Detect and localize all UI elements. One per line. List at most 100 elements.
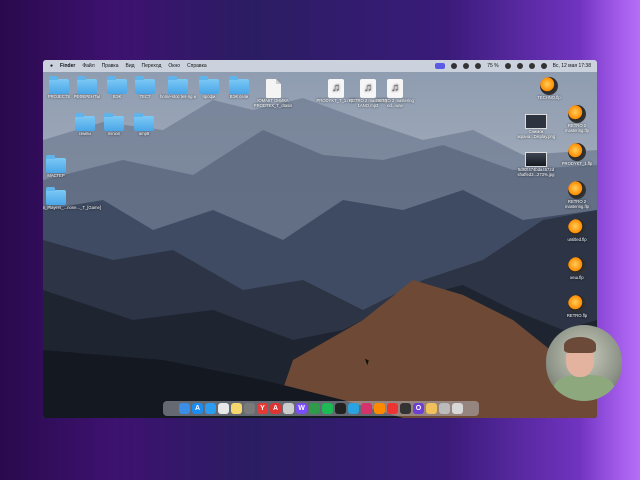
menu-go[interactable]: Переход [142,63,162,69]
desktop-item[interactable]: ♫ RETRO 2 mastering ed...wav [375,79,415,109]
dock-safari-icon[interactable] [205,403,216,414]
dock-app-w-icon[interactable]: W [296,403,307,414]
fl-studio-project-icon [568,219,586,237]
dock-app-store-icon[interactable]: A [192,403,203,414]
webcam-overlay [546,325,622,401]
fl-studio-project-icon [568,257,586,275]
search-icon[interactable] [528,63,535,69]
desktop-item[interactable]: PRODYKT_1.flp [557,143,597,167]
control-center-icon[interactable] [540,63,547,69]
image-file-icon [525,114,547,129]
dock-yandex-icon[interactable]: Y [257,403,268,414]
dock-app-red-icon[interactable] [387,403,398,414]
image-file-icon [525,152,547,167]
menu-file[interactable]: Файл [82,63,94,69]
desktop-item-label: 5d82f474bda4572d shaffed3...273%.jpg [517,167,555,177]
desktop-item[interactable]: RETRO.flp [557,295,597,319]
desktop-item[interactable]: TECHNO.flp [529,77,569,101]
wifi-icon[interactable] [516,63,523,69]
desktop-item-label: untitled.flp [567,237,587,242]
fl-studio-project-icon [568,143,586,161]
dock-fl-studio-icon[interactable] [374,403,385,414]
audio-file-icon: ♫ [360,79,376,98]
desktop-item[interactable]: ЮМАКТ ОНИКА PRODTEX_Т_dtasis [253,79,293,109]
folder-icon [229,76,249,94]
dock-folder-dl-icon[interactable] [426,403,437,414]
desktop-item-label: TECHNO.flp [537,95,561,100]
dock-finder-icon[interactable] [179,403,190,414]
battery-icon[interactable] [504,63,511,69]
desktop-item-label: ЮМАКТ ОНИКА PRODTEX_Т_dtasis [253,98,293,108]
folder-icon [104,113,124,131]
mountain-wallpaper [43,60,597,418]
fl-studio-project-icon [568,295,586,313]
dock-app-dark-icon[interactable] [400,403,411,414]
folder-icon [168,76,188,94]
dock-settings-icon[interactable] [244,403,255,414]
desktop-item[interactable]: RETRO 2 mastering.flp [557,105,597,134]
menu-window[interactable]: Окно [168,63,180,69]
audio-file-icon: ♫ [387,79,403,98]
webcam-person-hair [564,337,596,353]
desktop-item[interactable]: amp8 [124,113,164,137]
desktop-item-label: RETRO 2 mastering.flp [565,199,589,209]
folder-icon [46,155,66,173]
record-icon[interactable] [451,63,458,69]
dock-app-mask-icon[interactable] [283,403,294,414]
folder-icon [46,187,66,205]
desktop-item-label: amp8 [138,131,150,136]
folder-icon [75,113,95,131]
clock[interactable]: Вс, 12 мая 17:38 [553,63,591,69]
desktop-item[interactable]: untitled.flp [557,219,597,243]
dock-app-green-icon[interactable] [309,403,320,414]
dock-instagram-icon[interactable] [361,403,372,414]
desktop-item[interactable]: кеш.flp [557,257,597,281]
webcam-person-body [554,375,614,401]
fl-studio-project-icon [568,105,586,123]
menu-help[interactable]: Справка [187,63,207,69]
dock-trash-icon[interactable] [452,403,463,414]
desktop-item-label: RETRO 2 mastering ed...wav [376,98,414,108]
apple-menu-icon[interactable]: ● [50,63,53,69]
desktop-item[interactable]: edim_Players_...none..._T_[Game] [43,187,101,211]
dock-app-o-icon[interactable]: O [413,403,424,414]
fl-studio-project-icon [568,181,586,199]
desktop-item[interactable]: RETRO 2 mastering.flp [557,181,597,210]
dock-spotify-icon[interactable] [322,403,333,414]
desktop-item-label: RETRO 2 mastering.flp [565,123,589,133]
dock: AYAWO [163,401,479,416]
screen-recording-icon[interactable] [435,63,446,69]
folder-icon [135,76,155,94]
status-tray: 75 % Вс, 12 мая 17:38 [435,60,591,72]
menu-edit[interactable]: Правка [102,63,119,69]
music-icon[interactable] [475,63,482,69]
dock-app-tray-icon[interactable] [439,403,450,414]
document-icon [265,79,281,98]
desktop-item[interactable]: 5d82f474bda4572d shaffed3...273%.jpg [516,152,556,178]
desktop-item-label: edim_Players_...none..._T_[Game] [43,205,101,210]
folder-icon [77,76,97,94]
focus-icon[interactable] [463,63,470,69]
dock-app-a-icon[interactable]: A [270,403,281,414]
folder-icon [107,76,127,94]
dock-app-capcut-icon[interactable] [335,403,346,414]
dock-notes-icon[interactable] [231,403,242,414]
mac-desktop: ● Finder Файл Правка Вид Переход Окно Сп… [43,60,597,418]
dock-telegram-icon[interactable] [348,403,359,414]
folder-icon [134,113,154,131]
menu-finder[interactable]: Finder [60,63,75,69]
menu-bar: ● Finder Файл Правка Вид Переход Окно Сп… [43,60,597,72]
folder-icon [49,76,69,94]
desktop-item-label: МАСТЕР [47,173,65,178]
audio-file-icon: ♫ [328,79,344,98]
desktop-item[interactable]: МАСТЕР [43,155,76,179]
battery-percent: 75 % [487,63,499,69]
fl-studio-project-icon [540,77,558,95]
desktop-item-label: кеш.flp [570,275,584,280]
dock-chrome-icon[interactable] [218,403,229,414]
desktop-item-label: PRODYKT_1.flp [561,161,593,166]
recording-frame: ● Finder Файл Правка Вид Переход Окно Сп… [0,0,640,480]
folder-icon [199,76,219,94]
desktop-item[interactable]: Снимок экрана...Display.png [516,114,556,140]
menu-view[interactable]: Вид [126,63,135,69]
